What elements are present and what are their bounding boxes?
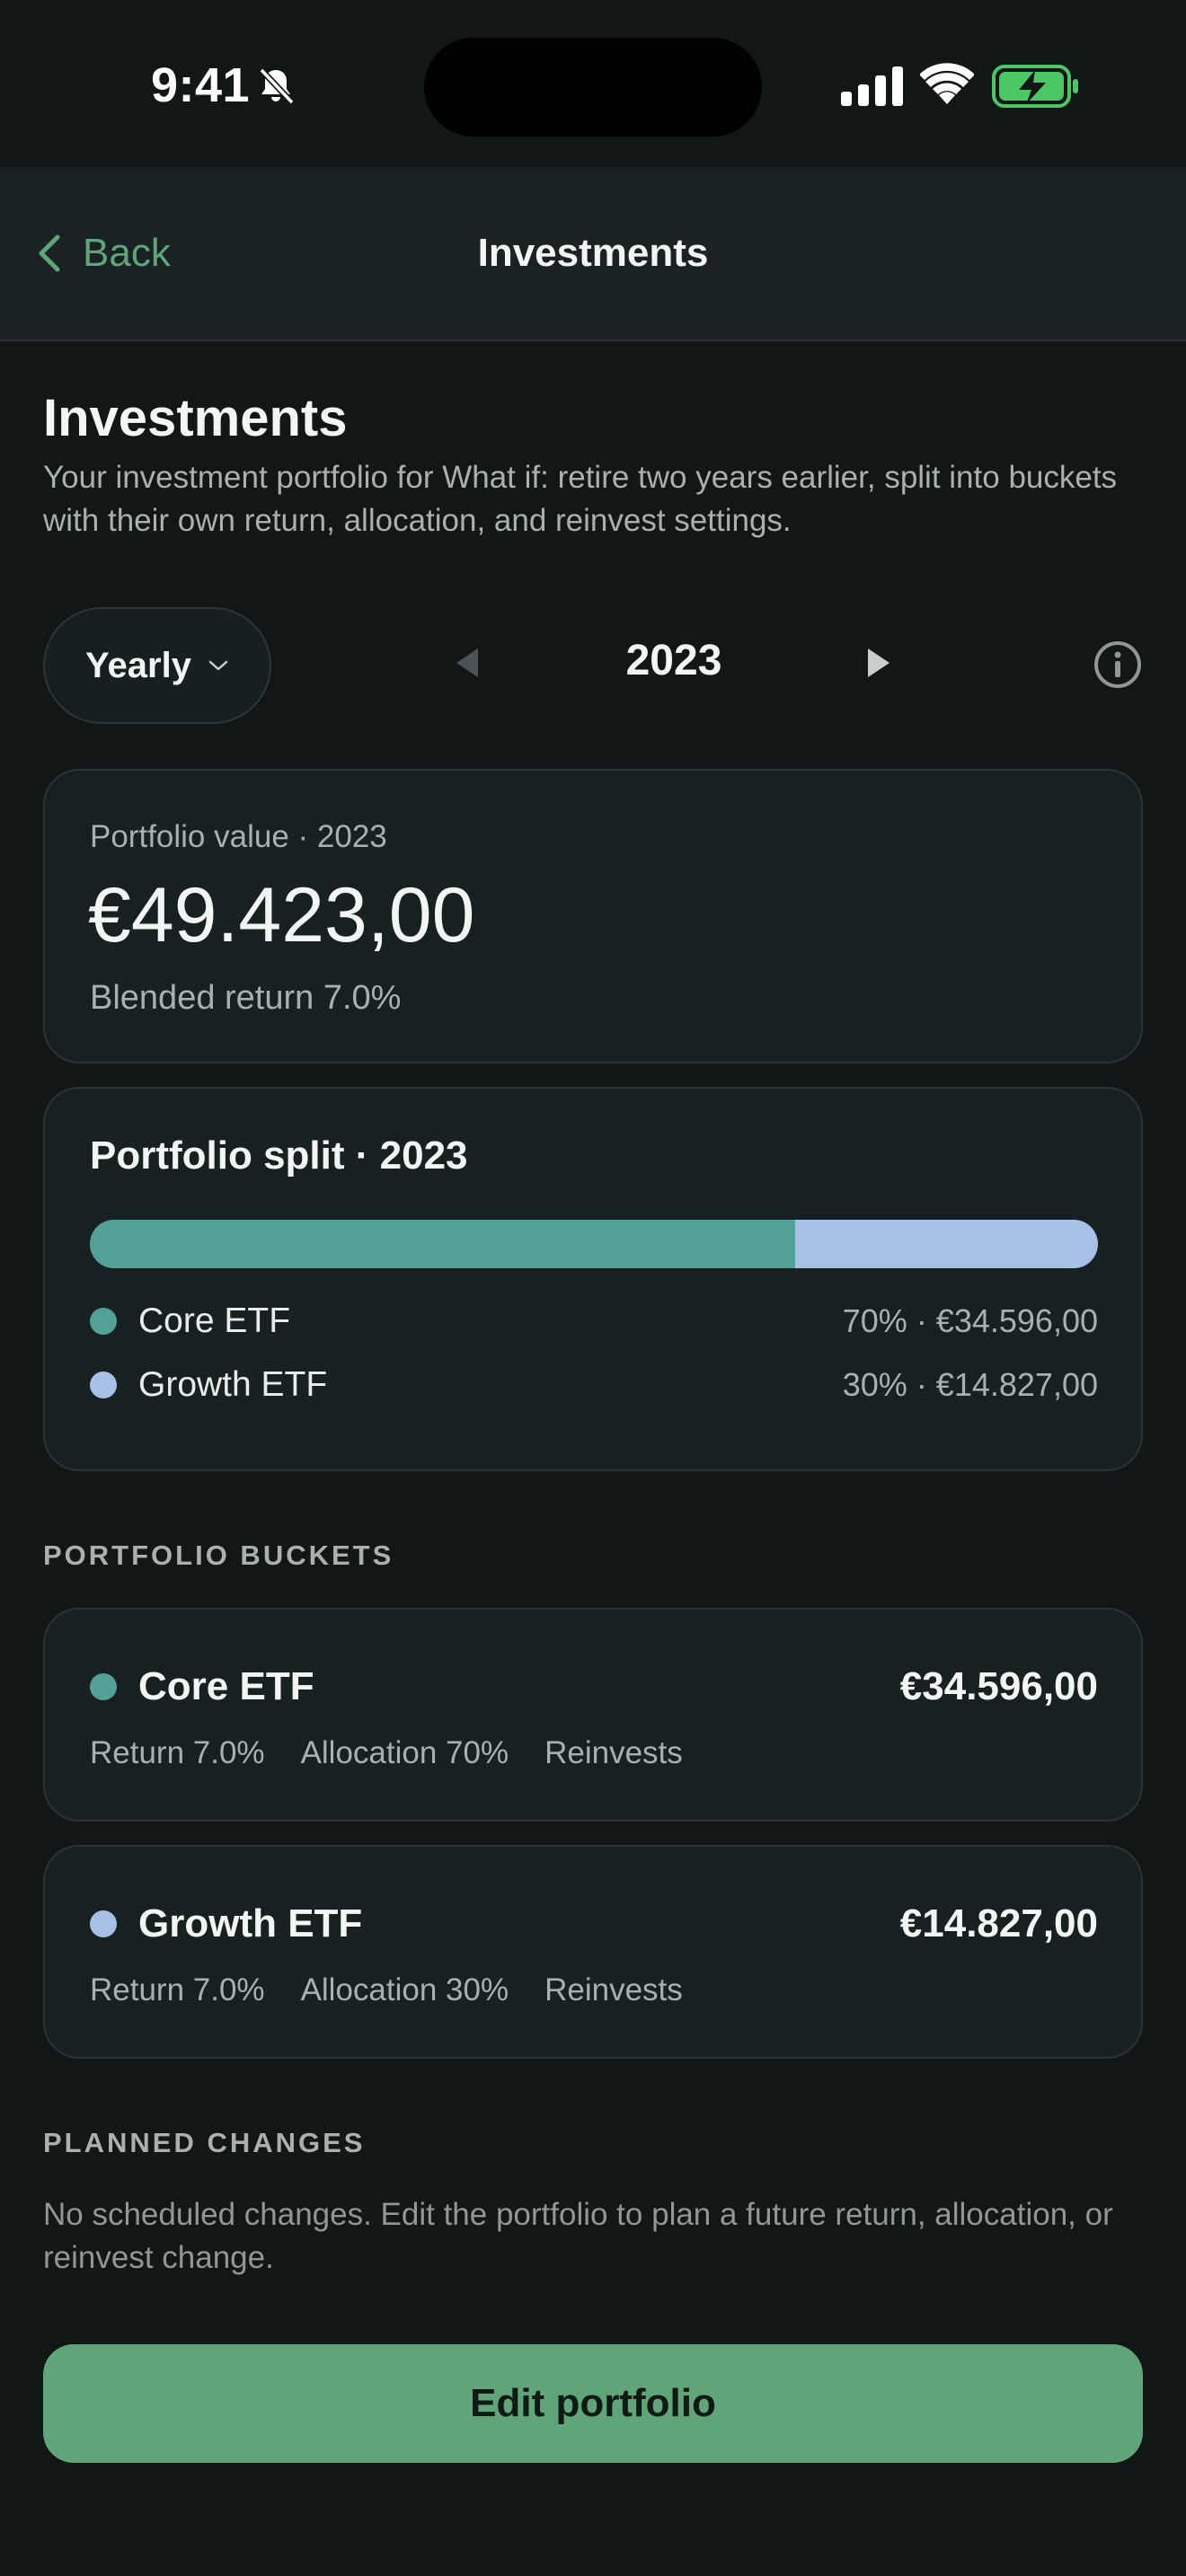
bucket-return: Return 7.0%	[90, 1735, 265, 1770]
portfolio-value-card: Portfolio value · 2023 €49.423,00 Blende…	[43, 769, 1143, 1063]
bucket-reinvest: Reinvests	[544, 1972, 683, 2007]
year-label: 2023	[625, 637, 722, 684]
status-bar: 9:41	[0, 0, 1186, 167]
page-title: Investments	[43, 389, 348, 447]
allocation-bar	[90, 1220, 1098, 1268]
legend-value: 70% · €34.596,00	[842, 1302, 1098, 1339]
planned-changes-empty-text: No scheduled changes. Edit the portfolio…	[43, 2197, 1113, 2275]
bell-slash-icon	[259, 67, 295, 105]
portfolio-split-card: Portfolio split · 2023 Core ETF 70% · €3…	[43, 1087, 1143, 1471]
bucket-value: €34.596,00	[899, 1664, 1098, 1708]
bucket-allocation: Allocation 30%	[300, 1972, 509, 2007]
bucket-color-dot	[90, 1910, 117, 1937]
bucket-value: €14.827,00	[899, 1901, 1098, 1945]
legend-name: Growth ETF	[138, 1365, 328, 1404]
buckets-section-label: PORTFOLIO BUCKETS	[43, 1539, 394, 1571]
allocation-segment-core-etf	[90, 1220, 796, 1268]
bucket-name: Core ETF	[138, 1664, 314, 1708]
blended-return: Blended return 7.0%	[90, 979, 402, 1017]
page-subtitle: Your investment portfolio for What if: r…	[43, 460, 1118, 538]
chevron-down-icon	[208, 660, 228, 671]
portfolio-value-amount: €49.423,00	[88, 872, 475, 958]
bucket-name: Growth ETF	[138, 1901, 363, 1945]
legend-name: Core ETF	[138, 1301, 291, 1340]
dynamic-island	[424, 38, 762, 137]
legend-value: 30% · €14.827,00	[842, 1366, 1098, 1403]
allocation-segment-growth-etf	[795, 1220, 1098, 1268]
battery-charging-icon	[992, 65, 1078, 108]
legend-item: Core ETF 70% · €34.596,00	[90, 1299, 1098, 1344]
bucket-card[interactable]: Growth ETF €14.827,00 Return 7.0% Alloca…	[43, 1845, 1143, 2059]
info-icon[interactable]	[1093, 640, 1143, 690]
nav-title: Investments	[477, 231, 709, 275]
portfolio-value-label: Portfolio value · 2023	[90, 819, 387, 854]
edit-portfolio-button[interactable]: Edit portfolio	[43, 2344, 1143, 2463]
legend-dot	[90, 1372, 117, 1398]
portfolio-split-title: Portfolio split · 2023	[90, 1134, 468, 1178]
status-time: 9:41	[151, 58, 251, 112]
bucket-color-dot	[90, 1673, 117, 1700]
legend-item: Growth ETF 30% · €14.827,00	[90, 1363, 1098, 1407]
period-selector-label: Yearly	[85, 645, 191, 685]
bucket-allocation: Allocation 70%	[300, 1735, 509, 1770]
previous-year-button[interactable]	[453, 645, 482, 681]
bucket-card[interactable]: Core ETF €34.596,00 Return 7.0% Allocati…	[43, 1608, 1143, 1822]
period-selector[interactable]: Yearly	[43, 607, 271, 724]
navigation-bar: Back Investments	[0, 167, 1186, 341]
wifi-icon	[920, 63, 974, 104]
planned-changes-section-label: PLANNED CHANGES	[43, 2127, 366, 2158]
cellular-signal-icon	[841, 66, 903, 106]
bucket-reinvest: Reinvests	[544, 1735, 683, 1770]
bucket-return: Return 7.0%	[90, 1972, 265, 2007]
legend-dot	[90, 1308, 117, 1335]
next-year-button[interactable]	[864, 645, 893, 681]
